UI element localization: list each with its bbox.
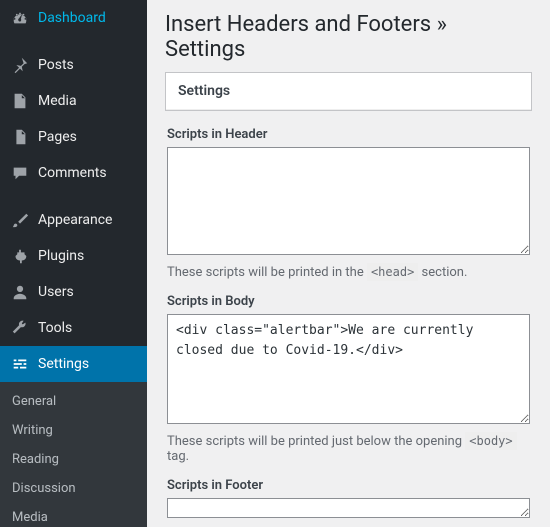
field-scripts-header: Scripts in Header These scripts will be …	[165, 123, 532, 280]
sidebar-item-tools[interactable]: Tools	[0, 310, 147, 346]
field-scripts-body: Scripts in Body These scripts will be pr…	[165, 290, 532, 464]
sidebar-item-settings[interactable]: Settings	[0, 346, 147, 382]
sidebar-item-label: Settings	[38, 356, 89, 372]
sidebar-item-pages[interactable]: Pages	[0, 119, 147, 155]
submenu-item-media[interactable]: Media	[0, 504, 147, 527]
wrench-icon	[10, 318, 30, 338]
field-scripts-footer: Scripts in Footer	[165, 474, 532, 522]
media-icon	[10, 91, 30, 111]
sidebar-item-plugins[interactable]: Plugins	[0, 238, 147, 274]
sidebar-item-label: Appearance	[38, 212, 112, 228]
plugin-icon	[10, 246, 30, 266]
sidebar-item-label: Users	[38, 284, 74, 300]
sidebar-item-dashboard[interactable]: Dashboard	[0, 0, 147, 36]
field-label: Scripts in Footer	[167, 478, 530, 493]
admin-sidebar: Dashboard Posts Media Pages Comments App…	[0, 0, 147, 527]
sidebar-item-label: Dashboard	[38, 10, 106, 26]
scripts-footer-textarea[interactable]	[167, 498, 530, 518]
field-label: Scripts in Header	[167, 127, 530, 142]
field-description: These scripts will be printed just below…	[167, 434, 530, 464]
content-area: Insert Headers and Footers » Settings Se…	[147, 0, 550, 527]
page-icon	[10, 127, 30, 147]
submenu-item-reading[interactable]: Reading	[0, 446, 147, 475]
user-icon	[10, 282, 30, 302]
submenu-item-writing[interactable]: Writing	[0, 417, 147, 446]
code-tag: <body>	[465, 432, 516, 450]
sidebar-item-label: Posts	[38, 57, 74, 73]
code-tag: <head>	[367, 263, 418, 281]
slider-icon	[10, 354, 30, 374]
page-title: Insert Headers and Footers » Settings	[165, 0, 532, 72]
sidebar-item-appearance[interactable]: Appearance	[0, 202, 147, 238]
sidebar-item-label: Pages	[38, 129, 77, 145]
sidebar-item-label: Comments	[38, 165, 107, 181]
submenu-item-general[interactable]: General	[0, 388, 147, 417]
settings-panel: Settings	[165, 72, 532, 111]
panel-header: Settings	[166, 73, 531, 110]
dashboard-icon	[10, 8, 30, 28]
brush-icon	[10, 210, 30, 230]
sidebar-item-media[interactable]: Media	[0, 83, 147, 119]
sidebar-item-users[interactable]: Users	[0, 274, 147, 310]
sidebar-item-label: Tools	[38, 320, 72, 336]
settings-submenu: General Writing Reading Discussion Media…	[0, 382, 147, 527]
sidebar-item-comments[interactable]: Comments	[0, 155, 147, 191]
scripts-body-textarea[interactable]	[167, 314, 530, 424]
pin-icon	[10, 55, 30, 75]
field-label: Scripts in Body	[167, 294, 530, 309]
field-description: These scripts will be printed in the <he…	[167, 265, 530, 280]
sidebar-item-label: Plugins	[38, 248, 84, 264]
comment-icon	[10, 163, 30, 183]
submenu-item-discussion[interactable]: Discussion	[0, 475, 147, 504]
scripts-header-textarea[interactable]	[167, 147, 530, 255]
sidebar-item-label: Media	[38, 93, 77, 109]
sidebar-item-posts[interactable]: Posts	[0, 47, 147, 83]
